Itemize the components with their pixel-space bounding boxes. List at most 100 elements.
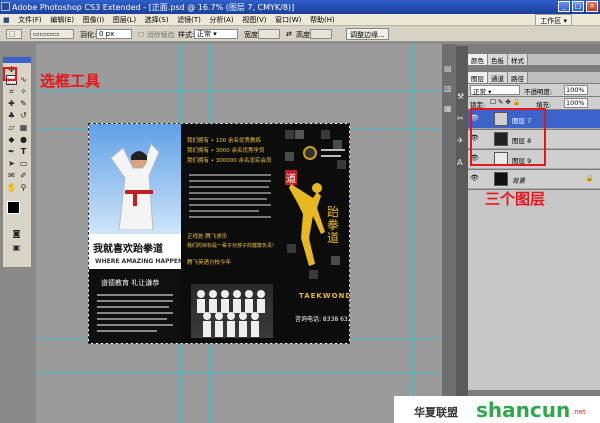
layers-empty-area[interactable] xyxy=(468,190,600,390)
blur-tool-icon[interactable]: ◆ xyxy=(6,135,17,145)
swap-icon[interactable]: ⇄ xyxy=(286,30,292,38)
mosaic-square xyxy=(285,130,294,139)
brush-tool-icon[interactable]: ✎ xyxy=(18,99,29,109)
mosaic-square xyxy=(331,256,340,265)
menu-select[interactable]: 选择(S) xyxy=(142,14,172,25)
panel2-mid-line: 我们的目标是一辈子对孩子的健康负责! xyxy=(187,243,275,249)
foreground-color-swatch[interactable] xyxy=(7,201,20,214)
dodge-tool-icon[interactable]: ● xyxy=(18,135,29,145)
text-line xyxy=(97,312,173,314)
tab-channels[interactable]: 通道 xyxy=(488,72,508,83)
actions-icon[interactable]: ✂ xyxy=(457,114,464,123)
menu-bar: ■ 文件(F) 编辑(E) 图像(I) 图层(L) 选择(S) 滤镜(T) 分析… xyxy=(0,14,600,26)
blend-mode-select[interactable]: 正常 ▾ xyxy=(470,85,520,96)
panel2-line: 我们拥有 • 3000 余名优秀学员 xyxy=(187,148,265,154)
feather-input[interactable]: 0 px xyxy=(96,29,132,39)
lock-icon: 🔒 xyxy=(585,174,594,182)
width-input[interactable] xyxy=(258,29,280,39)
toolbox: ✥ ⬚ ∿ ⌗ ✧ ✚ ✎ ♣ ↺ ▱ ▦ ◆ ● ✒ T ➤ ▭ ✉ ✐ ✋ … xyxy=(2,56,32,268)
workspace-button[interactable]: 工作区 ▾ xyxy=(535,14,572,26)
type-tool-icon[interactable]: T xyxy=(18,147,29,157)
minimize-button[interactable]: _ xyxy=(558,1,570,12)
character-icon[interactable]: A xyxy=(457,158,462,167)
brochure-panel-middle: 我们拥有 • 100 余名优秀教练 我们拥有 • 3000 余名优秀学员 我们拥… xyxy=(181,124,281,343)
tab-styles[interactable]: 样式 xyxy=(508,54,528,65)
magic-wand-tool-icon[interactable]: ✧ xyxy=(18,87,29,97)
menu-filter[interactable]: 滤镜(T) xyxy=(174,14,204,25)
menu-analysis[interactable]: 分析(A) xyxy=(206,14,236,25)
ps-menu-icon[interactable]: ■ xyxy=(0,15,13,24)
brochure-panel-left: 我就喜欢跆拳道 WHERE AMAZING HAPPENS 道德教育 礼让谦恭 xyxy=(89,124,187,343)
menu-file[interactable]: 文件(F) xyxy=(15,14,45,25)
text-line xyxy=(189,198,267,200)
eye-icon[interactable]: 👁 xyxy=(470,174,481,185)
taekwondo-girl-photo xyxy=(110,143,160,230)
window-title: Adobe Photoshop CS3 Extended - [正面.psd @… xyxy=(12,3,295,12)
path-selection-icon[interactable]: ➤ xyxy=(6,159,17,169)
eyedropper-tool-icon[interactable]: ✐ xyxy=(18,171,29,181)
refine-edge-button[interactable]: 调整边缘... xyxy=(346,28,389,40)
menu-layer[interactable]: 图层(L) xyxy=(110,14,139,25)
menu-window[interactable]: 窗口(W) xyxy=(272,14,304,25)
menu-help[interactable]: 帮助(H) xyxy=(307,14,338,25)
height-input[interactable] xyxy=(310,29,332,39)
healing-brush-icon[interactable]: ✚ xyxy=(6,99,17,109)
fill-input[interactable]: 100% xyxy=(564,98,588,108)
dock-icon[interactable]: ▥ xyxy=(444,84,452,93)
tab-color[interactable]: 颜色 xyxy=(468,54,488,65)
text-line xyxy=(189,204,271,206)
pen-tool-icon[interactable]: ✒ xyxy=(6,147,17,157)
zoom-tool-icon[interactable]: ⚲ xyxy=(18,183,29,193)
panel-icon-strip: ⚒ ✂ ✈ A xyxy=(456,46,468,406)
antialias-checkbox[interactable]: ☐ 消除锯齿 xyxy=(138,30,175,40)
watermark-suffix: .net xyxy=(572,408,586,416)
style-select[interactable]: 正常 ▾ xyxy=(194,29,238,39)
brush-panel-icon[interactable]: ✈ xyxy=(457,136,464,145)
guide-line xyxy=(412,44,413,423)
opacity-input[interactable]: 100% xyxy=(564,85,588,95)
tab-layers[interactable]: 图层 xyxy=(468,72,488,83)
title-en: TAEKWONDO xyxy=(299,292,349,300)
annotation-three-layers: 三个图层 xyxy=(485,190,546,208)
contact-phone: 咨询电话: 8338 6333 xyxy=(295,316,350,323)
kicking-silhouette-icon xyxy=(289,183,325,266)
menu-image[interactable]: 图像(I) xyxy=(80,14,108,25)
students-group-image xyxy=(197,290,265,337)
layer-name: 背景 xyxy=(512,177,525,185)
selection-mode-buttons[interactable]: ▭▭▭▭ xyxy=(30,29,74,39)
shape-tool-icon[interactable]: ▭ xyxy=(18,159,29,169)
close-button[interactable]: × xyxy=(586,1,598,12)
dock-icon[interactable]: ▤ xyxy=(444,64,452,73)
dock-icon[interactable]: ▦ xyxy=(444,104,452,113)
panel2-line: 我们拥有 • 100 余名优秀教练 xyxy=(187,138,261,144)
panel1-motto: 道德教育 礼让谦恭 xyxy=(101,279,160,287)
eraser-tool-icon[interactable]: ▱ xyxy=(6,123,17,133)
history-brush-icon[interactable]: ↺ xyxy=(18,111,29,121)
lock-icons[interactable]: ☐ ✎ ✥ 🔒 xyxy=(490,98,521,106)
hand-tool-icon[interactable]: ✋ xyxy=(6,183,17,193)
screen-mode-icon[interactable]: ▣ xyxy=(11,243,22,253)
quick-mask-icon[interactable]: ◙ xyxy=(11,229,22,239)
feather-label: 羽化: xyxy=(80,31,97,39)
menu-view[interactable]: 视图(V) xyxy=(239,14,269,25)
text-line xyxy=(189,216,271,218)
tab-paths[interactable]: 路径 xyxy=(508,72,528,83)
document-canvas[interactable]: 我就喜欢跆拳道 WHERE AMAZING HAPPENS 道德教育 礼让谦恭 … xyxy=(88,123,350,344)
maximize-button[interactable]: □ xyxy=(572,1,584,12)
clone-stamp-icon[interactable]: ♣ xyxy=(6,111,17,121)
lasso-tool-icon[interactable]: ∿ xyxy=(18,75,29,85)
text-line xyxy=(321,155,341,157)
tab-swatches[interactable]: 色板 xyxy=(488,54,508,65)
text-line xyxy=(97,300,173,302)
history-icon[interactable]: ⚒ xyxy=(457,92,464,101)
text-line xyxy=(189,210,259,212)
crop-tool-icon[interactable]: ⌗ xyxy=(6,87,17,97)
notes-tool-icon[interactable]: ✉ xyxy=(6,171,17,181)
menu-edit[interactable]: 编辑(E) xyxy=(47,14,77,25)
tool-preset-picker[interactable]: ⬚ xyxy=(6,29,22,39)
watermark-bar: 华夏联盟 shancun .net xyxy=(394,396,600,423)
gradient-tool-icon[interactable]: ▦ xyxy=(18,123,29,133)
layer-row-background[interactable]: 👁 背景 🔒 xyxy=(468,170,600,189)
mosaic-square xyxy=(321,130,330,139)
options-bar: ⬚ ▭▭▭▭ 羽化: 0 px ☐ 消除锯齿 样式: 正常 ▾ 宽度: ⇄ 高度… xyxy=(0,26,600,42)
